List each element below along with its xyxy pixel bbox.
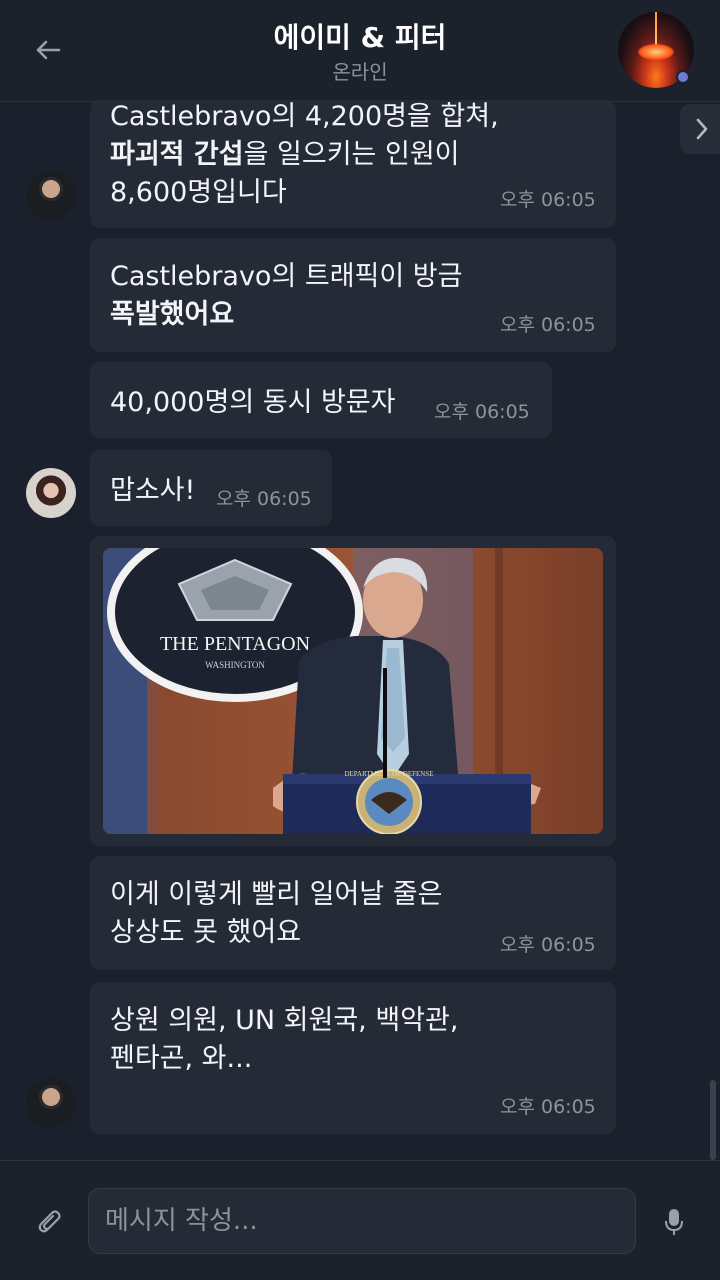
message-time: 오후 06:05: [216, 488, 312, 510]
expand-button[interactable]: [680, 104, 720, 154]
message-time: 오후 06:05: [434, 401, 530, 423]
message-text: 상원 의원, UN 회원국, 백악관, 펜타곤, 와...: [110, 1005, 459, 1074]
avatar[interactable]: [26, 468, 76, 518]
message-time: 오후 06:05: [500, 314, 596, 336]
message-time: 오후 06:05: [500, 1096, 596, 1118]
shared-photo[interactable]: THE PENTAGON WASHINGTON DEPARTMENT OF DE…: [103, 548, 603, 834]
message-text: Castlebravo의 4,200명을 합쳐, 파괴적 간섭을 일으키는 인원…: [110, 101, 499, 208]
pentagon-sign-subtext: WASHINGTON: [205, 660, 265, 670]
avatar[interactable]: [26, 1078, 76, 1128]
scrollbar[interactable]: [710, 1080, 716, 1160]
online-indicator: [676, 70, 690, 84]
pentagon-sign-text: THE PENTAGON: [160, 633, 310, 655]
paperclip-icon: [38, 1210, 61, 1233]
chevron-right-icon: [696, 118, 708, 140]
microphone-icon: [665, 1209, 683, 1235]
message-time: 오후 06:05: [500, 189, 596, 211]
avatar[interactable]: [26, 170, 76, 220]
message-text: 이게 이렇게 빨리 일어날 줄은 상상도 못 했어요: [110, 879, 443, 948]
message-text: 맙소사!: [110, 475, 196, 506]
attach-button[interactable]: [30, 1200, 70, 1244]
microphone-button[interactable]: [656, 1200, 692, 1244]
message-input[interactable]: [88, 1188, 636, 1254]
seal-text: DEPARTMENT OF DEFENSE: [344, 770, 433, 778]
message-time: 오후 06:05: [500, 934, 596, 956]
chat-header: 에이미 & 피터 온라인: [0, 0, 720, 102]
message-text: Castlebravo의 트래픽이 방금 폭발했어요: [110, 261, 463, 330]
chat-status: 온라인: [332, 60, 388, 84]
message-text: 40,000명의 동시 방문자: [110, 387, 396, 418]
chat-title: 에이미 & 피터: [273, 21, 447, 54]
